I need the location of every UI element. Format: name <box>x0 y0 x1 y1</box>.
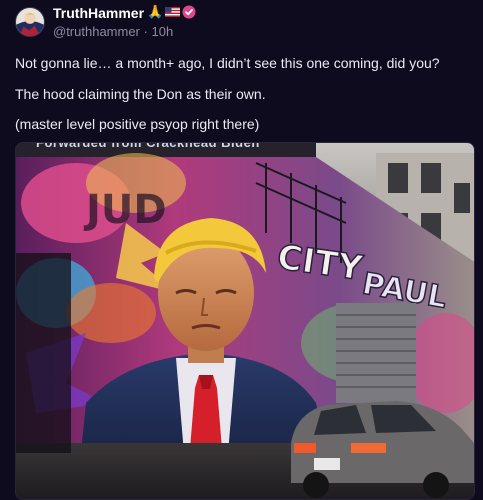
author-display-name[interactable]: TruthHammer <box>53 5 144 21</box>
praying-hands-icon: 🙏 <box>147 4 164 19</box>
verified-badge-icon <box>182 5 196 19</box>
meta-separator: · <box>143 24 148 39</box>
post-text-line: (master level positive psyop right there… <box>15 116 260 132</box>
author-handle[interactable]: @truthhammer <box>53 24 140 39</box>
post-media-image[interactable]: CITY PAUL JUD Forwarded from Crackhead B… <box>15 142 475 500</box>
author-avatar[interactable] <box>15 7 45 37</box>
graffiti-text-jud: JUD <box>83 187 167 233</box>
post-text-line: Not gonna lie… a month+ ago, I didn’t se… <box>15 55 440 71</box>
graffiti-mural-image: CITY PAUL JUD <box>16 143 474 499</box>
author-badges: 🙏 <box>147 4 196 20</box>
post-text-line: The hood claiming the Don as their own. <box>15 86 266 102</box>
author-meta: @truthhammer · 10h <box>53 24 173 39</box>
post-card[interactable]: TruthHammer 🙏 @truthhammer · 10h Not gon… <box>0 0 483 500</box>
us-flag-icon <box>165 7 181 17</box>
post-timestamp[interactable]: 10h <box>151 24 173 39</box>
forwarded-caption: Forwarded from Crackhead Biden <box>36 142 260 150</box>
avatar-image <box>16 8 44 36</box>
